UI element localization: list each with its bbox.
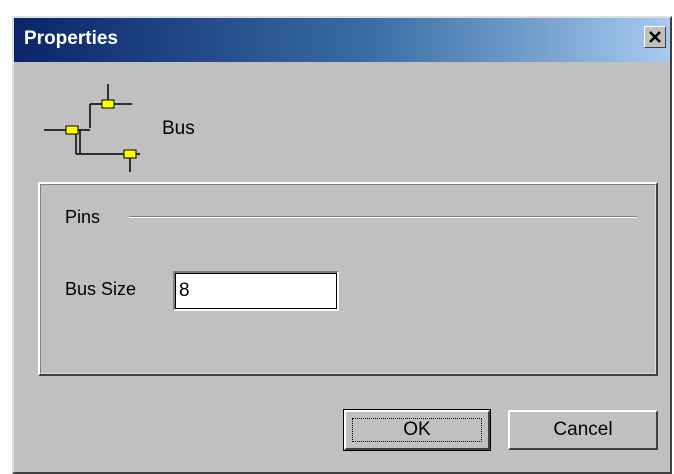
bus-size-label: Bus Size xyxy=(65,279,137,299)
ok-button[interactable]: OK xyxy=(343,409,491,451)
focus-rect xyxy=(352,418,482,442)
bus-icon xyxy=(44,84,140,172)
pins-group-title: Pins xyxy=(65,207,101,227)
object-type-label: Bus xyxy=(162,118,195,139)
cancel-button[interactable]: Cancel xyxy=(508,410,658,450)
properties-dialog: Properties Bus Pins Bus Size 8 OK Cancel xyxy=(12,16,672,474)
title-bar[interactable]: Properties xyxy=(14,18,670,62)
bus-pin-top xyxy=(101,99,115,109)
pins-groupbox: Pins Bus Size xyxy=(38,182,658,376)
bus-pin-left xyxy=(65,125,79,135)
window-title: Properties xyxy=(24,28,118,49)
pins-divider xyxy=(129,216,637,218)
close-icon xyxy=(649,31,661,43)
close-button[interactable] xyxy=(644,26,666,48)
bus-size-input[interactable] xyxy=(173,271,339,311)
cancel-button-label: Cancel xyxy=(553,419,613,440)
bus-pin-bottom xyxy=(123,149,137,159)
